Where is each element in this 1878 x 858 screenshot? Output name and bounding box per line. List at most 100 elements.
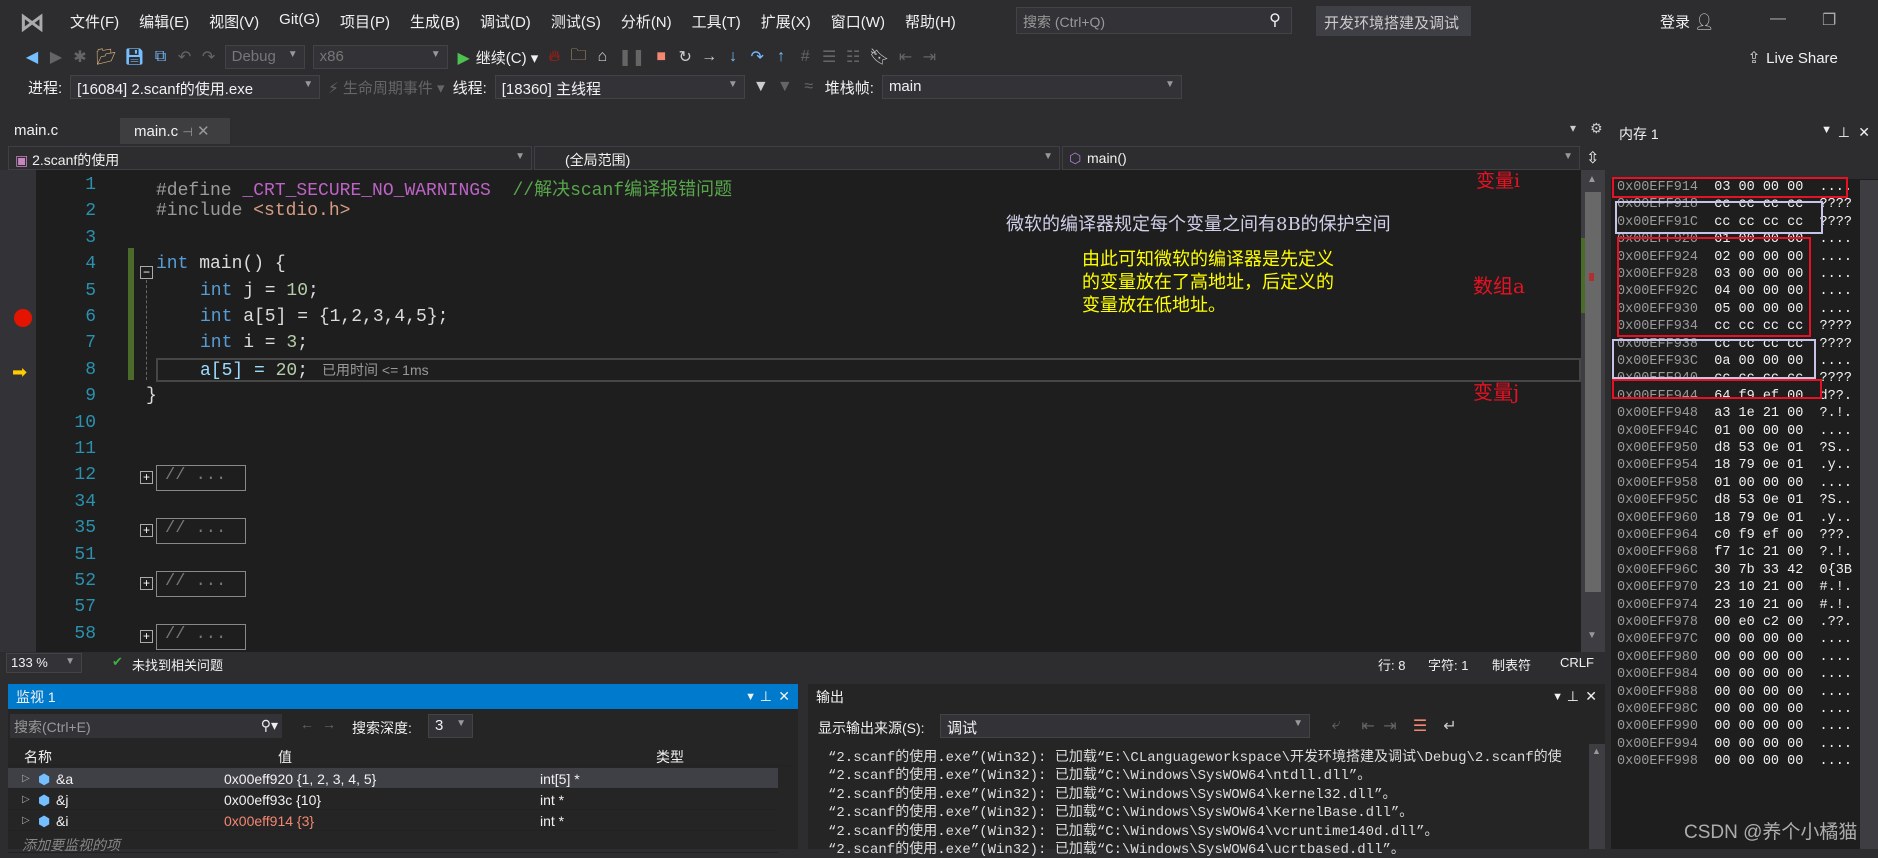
memory-row[interactable]: 0x00EFF964 c0 f9 ef 00 ???. xyxy=(1617,528,1852,545)
project-navigation[interactable]: ▣ 2.scanf的使用 ▼ xyxy=(8,146,532,170)
memory-row[interactable]: 0x00EFF950 d8 53 0e 01 ?S.. xyxy=(1617,441,1852,458)
eol-indicator[interactable]: CRLF xyxy=(1560,655,1594,670)
home-icon[interactable]: ⌂ xyxy=(594,48,610,66)
collapsed-region[interactable]: // ... xyxy=(156,518,246,545)
memory-row[interactable]: 0x00EFF98C 00 00 00 00 .... xyxy=(1617,702,1852,719)
scroll-up-icon[interactable]: ▲ xyxy=(1592,746,1601,756)
pause-icon[interactable]: ❚❚ xyxy=(618,47,645,67)
save-icon[interactable]: 💾︎ xyxy=(124,47,144,67)
pin-icon[interactable]: ⊣ xyxy=(182,125,192,139)
collapse-icon[interactable]: − xyxy=(140,266,153,279)
output-scrollbar[interactable]: ▲ xyxy=(1589,744,1605,849)
scroll-down-icon[interactable]: ▼ xyxy=(1587,630,1597,641)
menu-item[interactable]: 工具(T) xyxy=(682,11,751,32)
output-source-select[interactable]: 调试 ▼ xyxy=(940,714,1310,738)
memory-row[interactable]: 0x00EFF994 00 00 00 00 .... xyxy=(1617,737,1852,754)
thread-select[interactable]: [18360] 主线程 ▼ xyxy=(494,75,745,99)
tab-main-c-active[interactable]: main.c ⊣ ✕ xyxy=(120,118,230,144)
indent-indicator[interactable]: 制表符 xyxy=(1492,655,1531,674)
undo-icon[interactable]: ↶ xyxy=(177,47,193,67)
menu-item[interactable]: 生成(B) xyxy=(400,11,470,32)
filter-icon[interactable]: ▼ xyxy=(753,78,769,96)
close-icon[interactable]: ✕ xyxy=(197,123,210,140)
continue-button[interactable]: ▶ 继续(C) ▾ xyxy=(456,47,538,68)
global-search-input[interactable]: 搜索 (Ctrl+Q) ⚲ xyxy=(1016,7,1292,34)
scope-navigation[interactable]: (全局范围) ▼ xyxy=(534,146,1060,170)
memory-row[interactable]: 0x00EFF94C 01 00 00 00 .... xyxy=(1617,424,1852,441)
step-into-icon[interactable]: ↓ xyxy=(725,48,741,66)
menu-item[interactable]: 视图(V) xyxy=(199,11,269,32)
pin-icon[interactable]: ⊥ xyxy=(760,688,772,705)
memory-row[interactable]: 0x00EFF95C d8 53 0e 01 ?S.. xyxy=(1617,493,1852,510)
breakpoint-icon[interactable] xyxy=(14,309,32,327)
memory-row[interactable]: 0x00EFF958 01 00 00 00 .... xyxy=(1617,476,1852,493)
watch-row[interactable]: ▷ ⬢ &i 0x00eff914 {3} int * xyxy=(8,810,778,831)
dropdown-icon[interactable]: ▼ xyxy=(1821,124,1832,136)
collapsed-region[interactable]: // ... xyxy=(156,571,246,597)
back-arrow-icon[interactable]: ← xyxy=(300,716,314,732)
pin-icon[interactable]: ⊥ xyxy=(1567,688,1579,705)
expand-arrow-icon[interactable]: ▷ xyxy=(22,773,30,784)
platform-select[interactable]: x86 ▼ xyxy=(312,45,448,69)
forward-arrow-icon[interactable]: → xyxy=(322,716,336,732)
memory-row[interactable]: 0x00EFF948 a3 1e 21 00 ?.!. xyxy=(1617,406,1852,423)
scroll-up-icon[interactable]: ▲ xyxy=(1587,174,1597,185)
prev-bookmark-icon[interactable]: ⇤ xyxy=(897,47,913,67)
word-wrap-icon[interactable]: ↵ xyxy=(1442,716,1458,736)
editor-vertical-scrollbar[interactable]: ▲ ▼ xyxy=(1581,170,1605,652)
open-icon[interactable]: 📂︎ xyxy=(96,47,116,67)
dropdown-icon[interactable]: ▼ xyxy=(1552,691,1563,703)
menu-item[interactable]: 测试(S) xyxy=(541,11,611,32)
memory-row[interactable]: 0x00EFF974 23 10 21 00 #.!. xyxy=(1617,598,1852,615)
search-depth-select[interactable]: 3 ▼ xyxy=(428,714,473,738)
memory-row[interactable]: 0x00EFF96C 30 7b 33 42 0{3B xyxy=(1617,563,1852,580)
expand-arrow-icon[interactable]: ▷ xyxy=(22,794,30,805)
close-icon[interactable]: ✕ xyxy=(1585,688,1597,705)
pin-icon[interactable]: ⊥ xyxy=(1838,124,1850,141)
stack-frame-select[interactable]: main ▼ xyxy=(881,75,1182,99)
stop-icon[interactable]: ■ xyxy=(653,48,669,66)
menu-item[interactable]: 调试(D) xyxy=(470,11,541,32)
tab-dropdown-icon[interactable]: ▾ xyxy=(1570,121,1576,135)
forward-icon[interactable]: ▶ xyxy=(48,47,64,67)
folder-search-icon[interactable]: 🗀 xyxy=(570,44,586,71)
clear-all-icon[interactable]: ☰ xyxy=(1412,716,1428,736)
watch-search-input[interactable]: 搜索(Ctrl+E) ⚲▾ xyxy=(10,714,282,738)
expand-icon[interactable]: + xyxy=(140,629,153,643)
split-editor-icon[interactable]: ⇳ xyxy=(1586,148,1599,168)
memory-row[interactable]: 0x00EFF970 23 10 21 00 #.!. xyxy=(1617,580,1852,597)
menu-item[interactable]: 分析(N) xyxy=(611,11,682,32)
memory-row[interactable]: 0x00EFF980 00 00 00 00 .... xyxy=(1617,650,1852,667)
memory-row[interactable]: 0x00EFF960 18 79 0e 01 .y.. xyxy=(1617,511,1852,528)
show-next-statement-icon[interactable]: → xyxy=(701,48,717,66)
lifecycle-events-button[interactable]: ⚡ 生命周期事件 ▾ xyxy=(328,77,444,98)
menu-item[interactable]: 编辑(E) xyxy=(129,11,199,32)
step-over-icon[interactable]: ↷ xyxy=(749,47,765,67)
code-editor[interactable]: 1 2 3 4 5 6 7 8 9 10 11 12 34 35 51 52 57 58 ➡ − #define … xyxy=(0,170,1581,652)
memory-row[interactable]: 0x00EFF968 f7 1c 21 00 ?.!. xyxy=(1617,545,1852,562)
step-out-icon[interactable]: ↑ xyxy=(773,48,789,66)
dropdown-icon[interactable]: ▼ xyxy=(745,691,756,703)
prev-message-icon[interactable]: ⇤ xyxy=(1360,716,1376,736)
close-icon[interactable]: ✕ xyxy=(1858,124,1870,141)
header-type[interactable]: 类型 xyxy=(656,747,684,767)
menu-item[interactable]: 扩展(X) xyxy=(751,11,821,32)
bookmark-icon[interactable]: 🔖︎ xyxy=(869,47,889,67)
watch-add-item-row[interactable]: 添加要监视的项 xyxy=(8,832,778,853)
close-icon[interactable]: ✕ xyxy=(778,688,790,705)
next-message-icon[interactable]: ⇥ xyxy=(1382,716,1398,736)
indicator-margin[interactable] xyxy=(0,170,36,652)
restart-icon[interactable]: ↻ xyxy=(677,47,693,67)
header-value[interactable]: 值 xyxy=(278,747,292,767)
gear-icon[interactable]: ⚙ xyxy=(1590,120,1603,137)
back-icon[interactable]: ◀ xyxy=(24,47,40,67)
scroll-thumb[interactable] xyxy=(1585,192,1601,592)
expand-icon[interactable]: + xyxy=(140,524,153,538)
menu-item[interactable]: 文件(F) xyxy=(60,11,129,32)
menu-item[interactable]: 项目(P) xyxy=(330,11,400,32)
expand-icon[interactable]: + xyxy=(140,471,153,485)
redo-icon[interactable]: ↷ xyxy=(201,47,217,67)
threads-icon[interactable]: ≈ xyxy=(801,78,817,96)
hot-reload-icon[interactable]: 🔥︎ xyxy=(546,48,562,66)
live-share-button[interactable]: ⇪ Live Share xyxy=(1746,48,1838,68)
